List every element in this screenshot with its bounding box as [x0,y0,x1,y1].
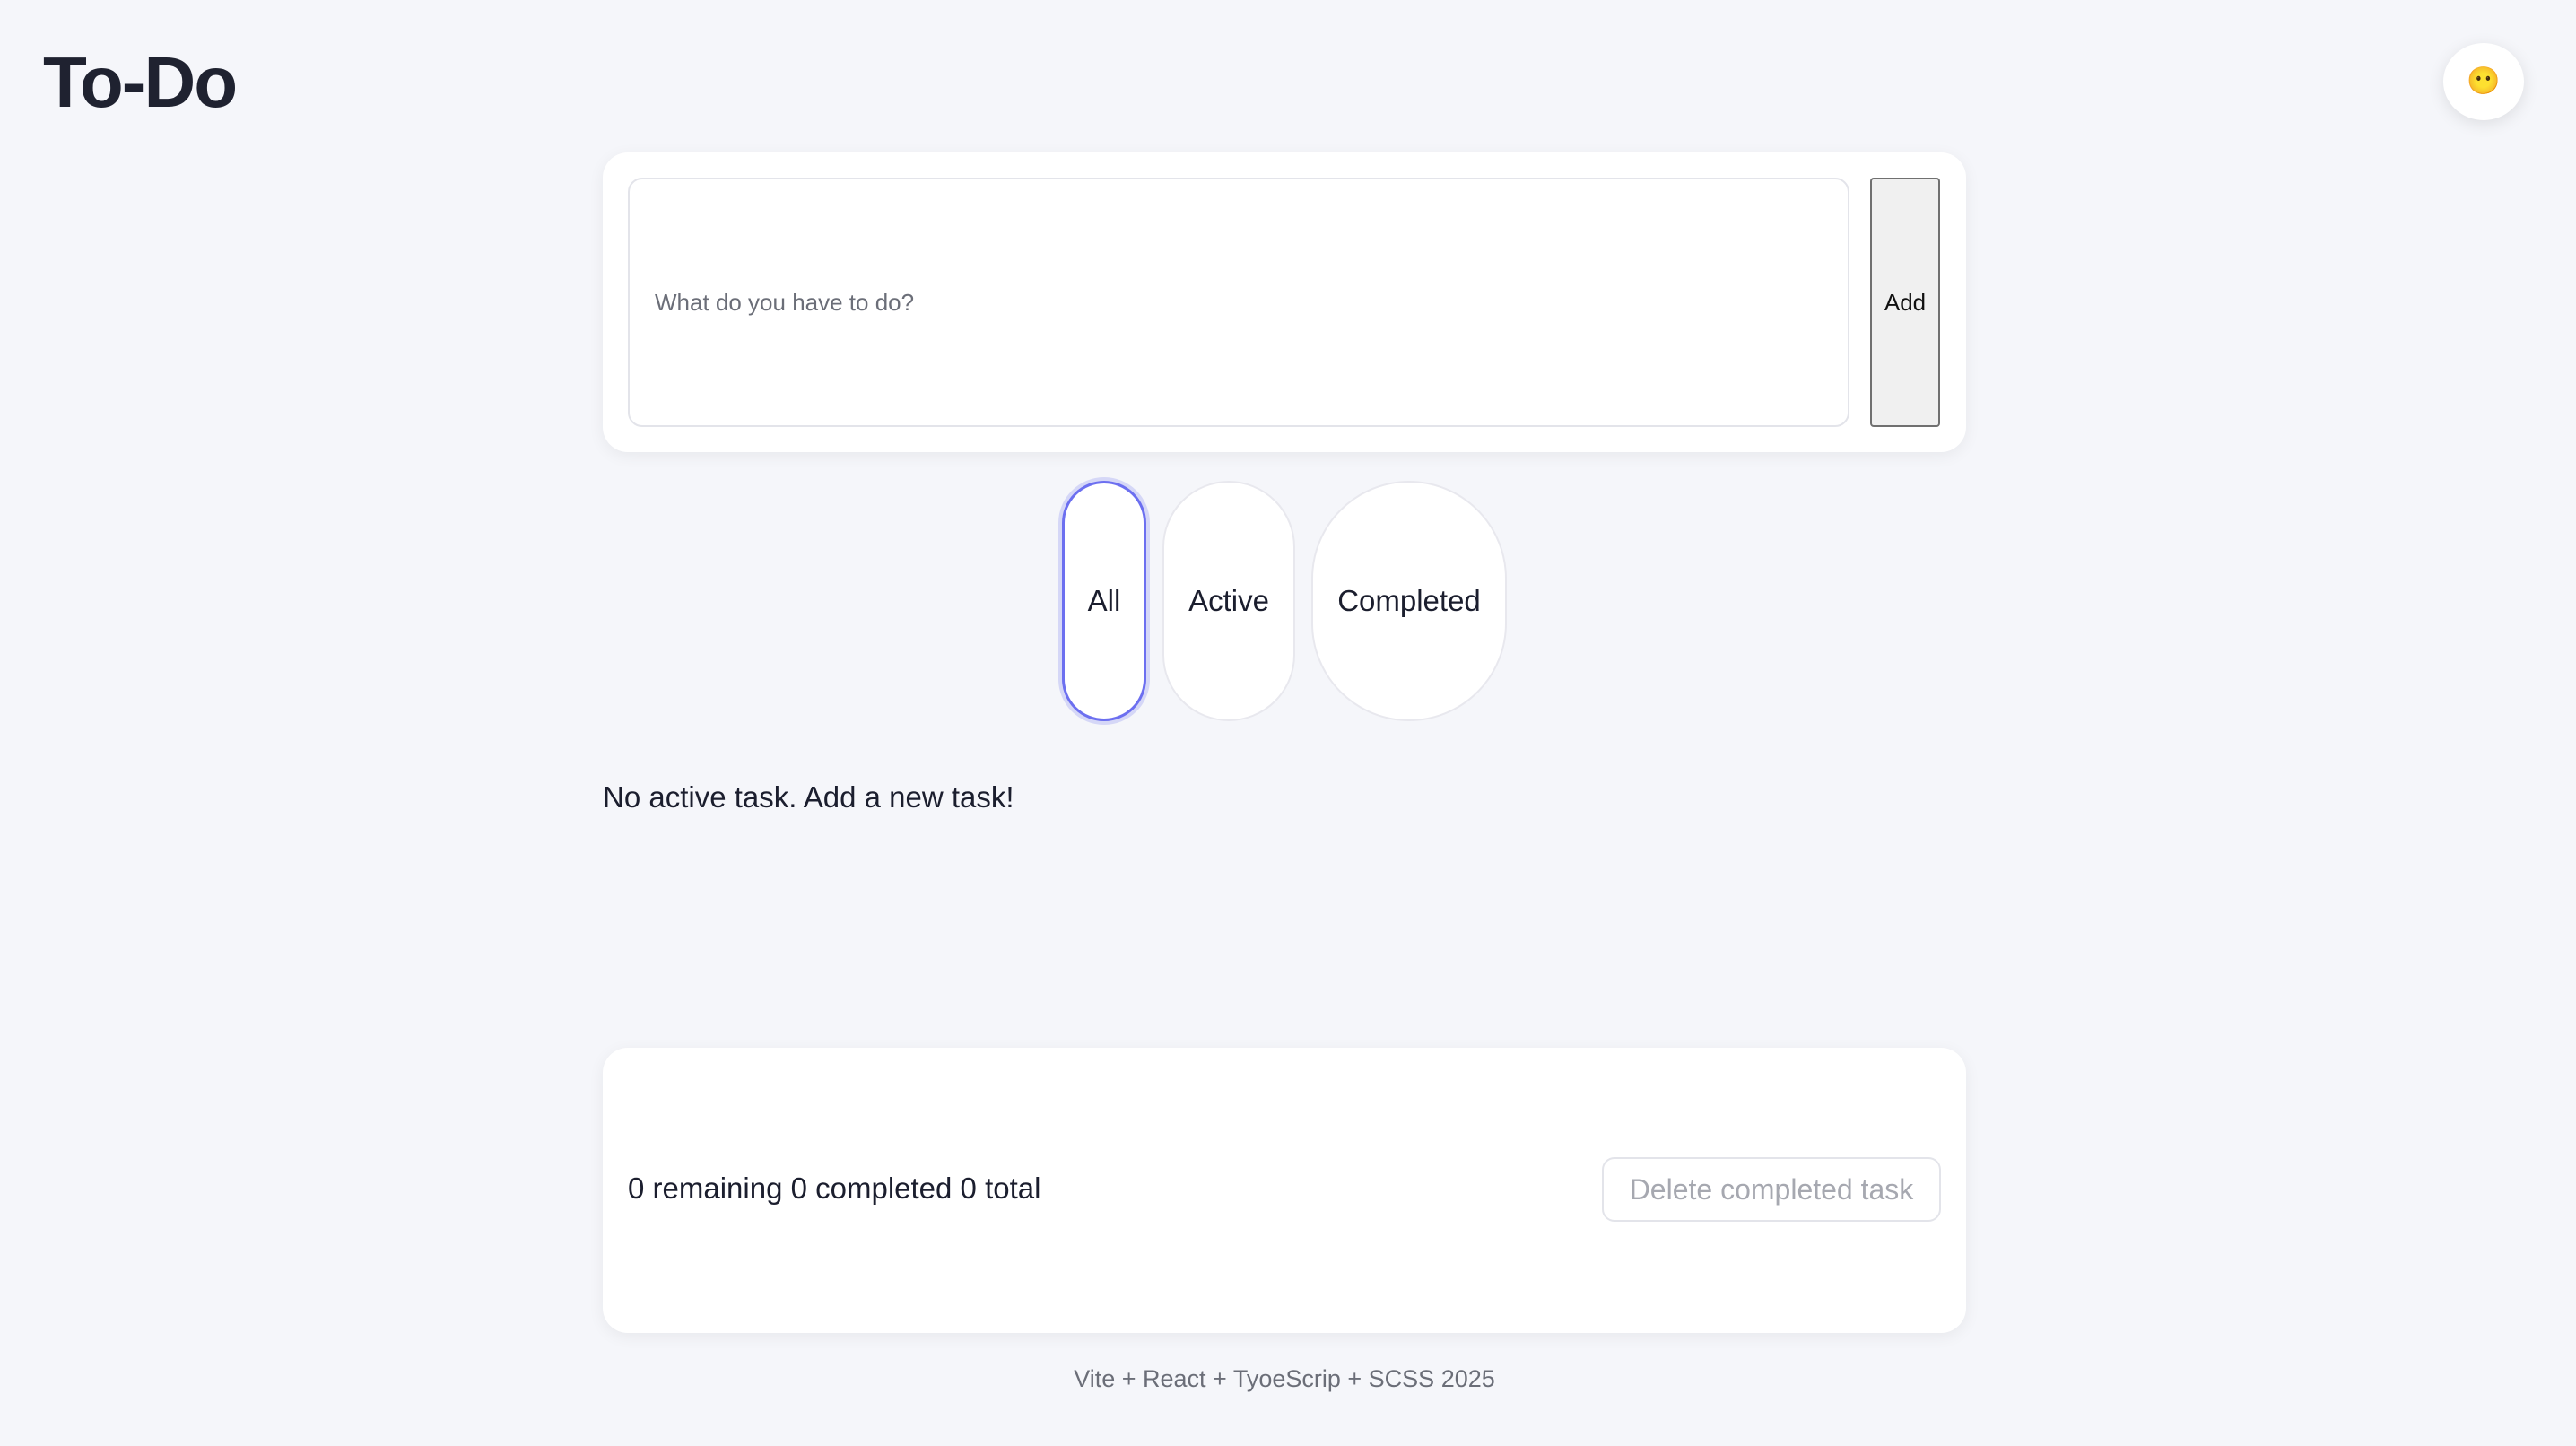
task-input[interactable] [628,178,1849,427]
stats-card: 0 remaining 0 completed 0 total Delete c… [603,1048,1966,1333]
filter-completed-button[interactable]: Completed [1311,481,1507,721]
filter-all-button[interactable]: All [1062,481,1146,721]
delete-completed-button[interactable]: Delete completed task [1602,1157,1941,1222]
footer-credits: Vite + React + TyoeScrip + SCSS 2025 [1074,1365,1495,1392]
face-icon: 😶 [2467,66,2501,96]
task-input-card: Add [603,152,1966,452]
empty-task-message: No active task. Add a new task! [603,780,1014,814]
task-stats: 0 remaining 0 completed 0 total [628,1172,1041,1205]
page-title: To-Do [43,42,238,122]
filter-active-button[interactable]: Active [1162,481,1295,721]
theme-toggle-button[interactable]: 😶 [2443,43,2524,120]
add-task-button[interactable]: Add [1870,178,1940,427]
